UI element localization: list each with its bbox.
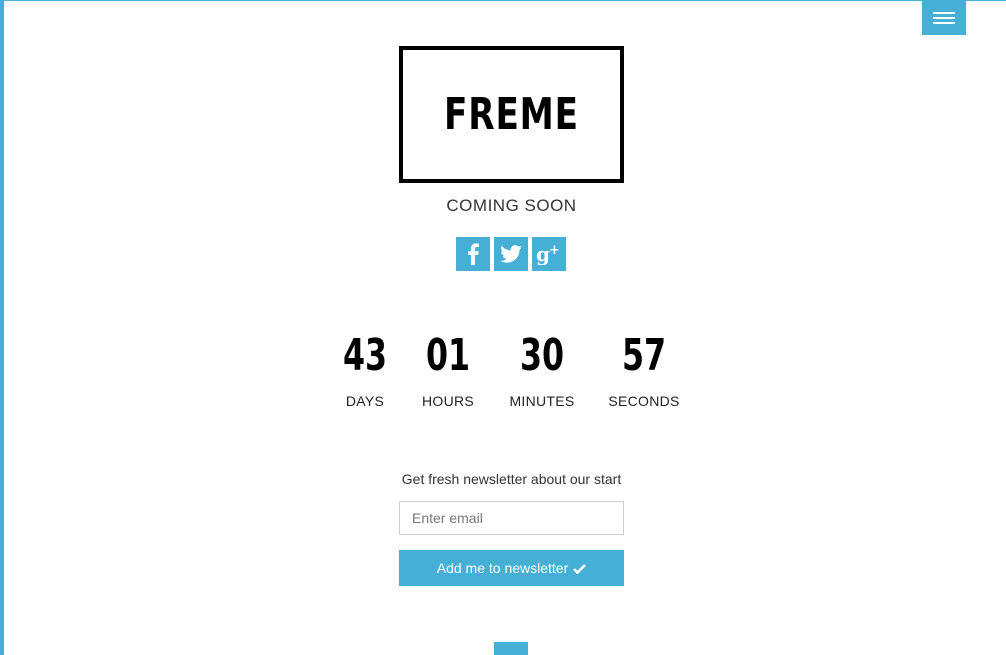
newsletter-submit-button[interactable]: Add me to newsletter: [399, 550, 624, 586]
svg-text:+: +: [549, 243, 560, 258]
seconds-label: SECONDS: [608, 393, 680, 409]
scroll-down-button[interactable]: [494, 642, 528, 655]
facebook-button[interactable]: [456, 237, 490, 271]
checkmark-icon: [573, 563, 587, 574]
twitter-icon: [500, 245, 522, 263]
countdown-seconds: 57 SECONDS: [589, 330, 699, 410]
facebook-icon: [468, 243, 479, 265]
minutes-value: 30: [519, 330, 565, 381]
hamburger-icon-bar: [933, 22, 955, 24]
page: FREME COMING SOON g + 43 DAYS 01 HOURS 3…: [0, 0, 1006, 655]
logo-text: FREME: [444, 89, 579, 140]
logo: FREME: [399, 46, 624, 183]
seconds-value: 57: [621, 330, 667, 381]
hours-value: 01: [425, 330, 471, 381]
countdown-minutes: 30 MINUTES: [487, 330, 597, 410]
newsletter-text: Get fresh newsletter about our start: [401, 471, 622, 487]
tagline: COMING SOON: [446, 196, 577, 215]
hamburger-icon-bar: [933, 12, 955, 14]
twitter-button[interactable]: [494, 237, 528, 271]
social-links: g +: [456, 237, 566, 271]
newsletter-button-label: Add me to newsletter: [436, 560, 569, 576]
svg-text:g: g: [536, 243, 550, 265]
google-plus-button[interactable]: g +: [532, 237, 566, 271]
hamburger-icon-bar: [933, 17, 955, 19]
email-field[interactable]: [399, 501, 624, 535]
countdown: 43 DAYS 01 HOURS 30 MINUTES 57 SECONDS: [4, 331, 1006, 421]
minutes-label: MINUTES: [509, 393, 575, 409]
menu-button[interactable]: [922, 1, 966, 35]
google-plus-icon: g +: [536, 243, 560, 265]
